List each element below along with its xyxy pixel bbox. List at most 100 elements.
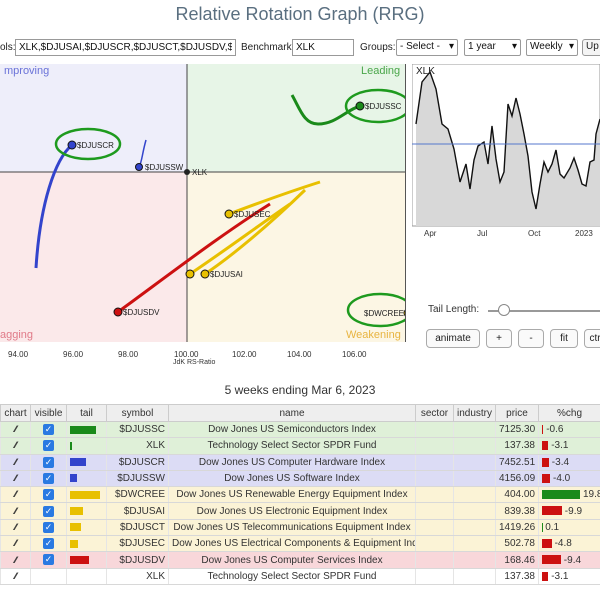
col-chart[interactable]: chart [0, 404, 31, 422]
chart-icon[interactable]: ⁄⁄⁄ [15, 571, 17, 581]
visible-checkbox[interactable]: ✓ [43, 440, 54, 452]
visible-cell: ✓ [30, 519, 67, 537]
tail-swatch[interactable] [70, 490, 100, 499]
tail-swatch[interactable] [70, 555, 89, 564]
col-pctchg[interactable]: %chg [538, 404, 600, 422]
table-row[interactable]: ⁄⁄⁄ ✓ $DJUSAI Dow Jones US Electronic Equip… [0, 502, 600, 520]
chart-icon[interactable]: ⁄⁄⁄ [15, 457, 17, 467]
tail-swatch[interactable] [70, 523, 81, 532]
marker-djuscr[interactable] [67, 140, 77, 150]
table-row[interactable]: ⁄⁄⁄ ✓ $DJUSDV Dow Jones US Computer Service… [0, 551, 600, 569]
col-name[interactable]: name [168, 404, 416, 422]
pctchg-bar [542, 441, 549, 451]
zoom-out-button[interactable]: - [518, 329, 544, 348]
tail-swatch[interactable] [70, 425, 96, 434]
tail-swatch[interactable] [70, 474, 77, 483]
symbol-cell[interactable]: XLK [106, 437, 169, 455]
sector-cell [415, 486, 454, 504]
symbol-cell[interactable]: $DJUSCT [106, 519, 169, 537]
visible-checkbox[interactable]: ✓ [43, 424, 54, 436]
pctchg-value: 0.1 [545, 521, 560, 533]
visible-checkbox[interactable]: ✓ [43, 472, 54, 484]
marker-djusai[interactable] [200, 269, 210, 279]
rrg-chart[interactable]: mproving Leading agging Weakening $DJUSS… [0, 64, 406, 342]
name-cell: Dow Jones US Computer Services Index [168, 551, 416, 569]
name-cell: Technology Select Sector SPDR Fund [168, 437, 416, 455]
symbol-cell[interactable]: $DJUSEC [106, 535, 169, 553]
chart-link-cell: ⁄⁄⁄ [0, 421, 31, 439]
table-row[interactable]: ⁄⁄⁄ ✓ $DWCREE Dow Jones US Renewable Energy… [0, 486, 600, 504]
pctchg-cell: -9.9 [538, 502, 600, 520]
zoom-in-button[interactable]: + [486, 329, 512, 348]
price-cell: 502.78 [495, 535, 539, 553]
period-select[interactable]: 1 year [464, 39, 521, 56]
fit-button[interactable]: fit [550, 329, 578, 348]
visible-checkbox[interactable]: ✓ [43, 521, 54, 533]
benchmark-input[interactable] [292, 39, 354, 56]
marker-djussc[interactable] [355, 101, 365, 111]
symbol-cell[interactable]: $DJUSCR [106, 454, 169, 471]
name-cell: Dow Jones US Telecommunications Equipmen… [168, 519, 416, 537]
chart-icon[interactable]: ⁄⁄⁄ [15, 473, 17, 483]
name-cell: Technology Select Sector SPDR Fund [168, 568, 416, 585]
visible-checkbox[interactable]: ✓ [43, 505, 54, 517]
update-button[interactable]: Up [582, 39, 600, 56]
chart-icon[interactable]: ⁄⁄⁄ [15, 440, 17, 450]
marker-djusec[interactable] [224, 209, 234, 219]
col-visible[interactable]: visible [30, 404, 67, 422]
symbol-cell[interactable]: $DJUSSC [106, 421, 169, 439]
symbol-cell[interactable]: $DWCREE [106, 486, 169, 504]
pctchg-cell: 0.1 [538, 519, 600, 537]
tail-swatch[interactable] [70, 539, 78, 548]
col-industry[interactable]: industry [453, 404, 496, 422]
table-row[interactable]: ⁄⁄⁄ XLK Technology Select Sector SPDR Fund… [0, 568, 600, 585]
name-cell: Dow Jones US Electronic Equipment Index [168, 502, 416, 520]
marker-djussw[interactable] [135, 163, 143, 171]
chart-icon[interactable]: ⁄⁄⁄ [15, 489, 17, 499]
table-header: chart visible tail symbol name sector in… [0, 404, 600, 422]
visible-checkbox[interactable]: ✓ [43, 538, 54, 550]
table-row[interactable]: ⁄⁄⁄ ✓ $DJUSSW Dow Jones US Software Index 41… [0, 470, 600, 488]
tail-swatch[interactable] [70, 458, 86, 467]
col-price[interactable]: price [495, 404, 539, 422]
marker-djusct[interactable] [185, 269, 195, 279]
symbols-input[interactable] [15, 39, 236, 56]
visible-checkbox[interactable]: ✓ [43, 456, 54, 468]
col-tail[interactable]: tail [66, 404, 107, 422]
table-row[interactable]: ⁄⁄⁄ ✓ XLK Technology Select Sector SPDR Fun… [0, 437, 600, 455]
tail-swatch[interactable] [70, 441, 72, 450]
tail-cell [66, 437, 107, 455]
groups-select[interactable]: - Select - [396, 39, 458, 56]
visible-checkbox[interactable]: ✓ [43, 554, 54, 566]
marker-djusdv[interactable] [113, 307, 123, 317]
table-row[interactable]: ⁄⁄⁄ ✓ $DJUSCT Dow Jones US Telecommunicatio… [0, 519, 600, 537]
industry-cell [453, 519, 496, 537]
pctchg-bar [542, 473, 550, 483]
chart-icon[interactable]: ⁄⁄⁄ [15, 506, 17, 516]
symbol-cell[interactable]: $DJUSSW [106, 470, 169, 488]
chart-icon[interactable]: ⁄⁄⁄ [15, 555, 17, 565]
symbol-cell[interactable]: XLK [106, 568, 169, 585]
frequency-select[interactable]: Weekly [526, 39, 578, 56]
tail-length-slider-handle[interactable] [498, 304, 510, 316]
chart-icon[interactable]: ⁄⁄⁄ [15, 522, 17, 532]
marker-xlk[interactable] [184, 169, 190, 175]
chart-icon[interactable]: ⁄⁄⁄ [15, 538, 17, 548]
tail-swatch[interactable] [70, 506, 83, 515]
center-button[interactable]: ctr [584, 329, 600, 348]
col-symbol[interactable]: symbol [106, 404, 169, 422]
table-row[interactable]: ⁄⁄⁄ ✓ $DJUSSC Dow Jones US Semiconductors I… [0, 421, 600, 439]
table-row[interactable]: ⁄⁄⁄ ✓ $DJUSEC Dow Jones US Electrical Compo… [0, 535, 600, 553]
chart-icon[interactable]: ⁄⁄⁄ [15, 424, 17, 434]
col-sector[interactable]: sector [415, 404, 454, 422]
table-row[interactable]: ⁄⁄⁄ ✓ $DJUSCR Dow Jones US Computer Hardwar… [0, 454, 600, 471]
symbol-cell[interactable]: $DJUSAI [106, 502, 169, 520]
symbol-cell[interactable]: $DJUSDV [106, 551, 169, 569]
x-tick: 96.00 [63, 350, 84, 359]
quadrant-improving [0, 64, 187, 172]
industry-cell [453, 568, 496, 585]
visible-checkbox[interactable]: ✓ [43, 489, 54, 501]
animate-button[interactable]: animate [426, 329, 480, 348]
industry-cell [453, 535, 496, 553]
visible-cell: ✓ [30, 502, 67, 520]
